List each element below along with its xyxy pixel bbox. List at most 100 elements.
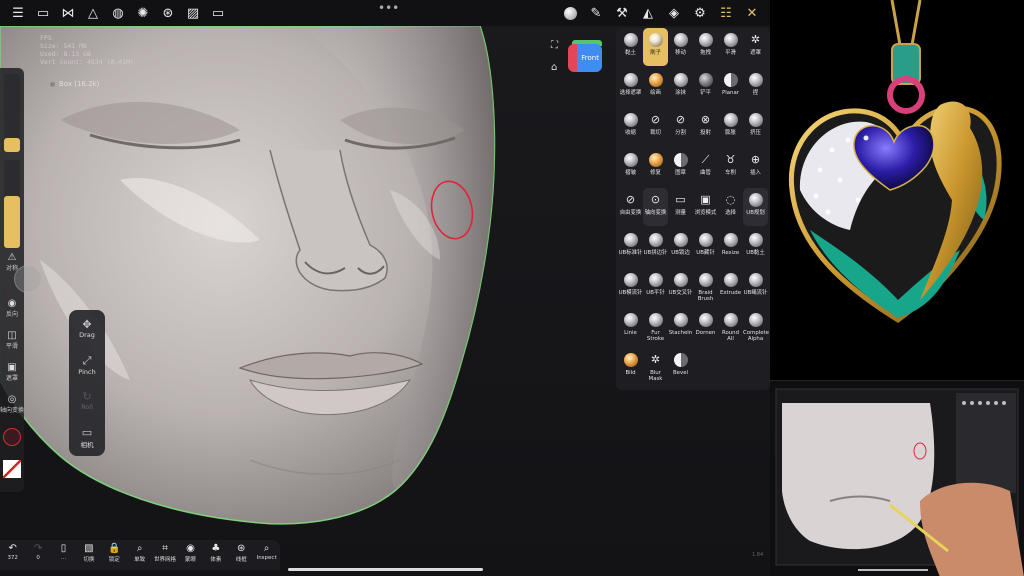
light-icon[interactable]: ✺ bbox=[131, 1, 155, 25]
mesh-icon[interactable]: ◍ bbox=[106, 1, 130, 25]
home-indicator[interactable] bbox=[288, 568, 483, 571]
drag-tool[interactable]: ✥ Drag bbox=[69, 318, 105, 339]
brush-tool[interactable]: 铲平 bbox=[693, 68, 718, 106]
brush-tool[interactable]: UB绳流针 bbox=[743, 268, 768, 306]
brush-tool[interactable]: 修复 bbox=[643, 148, 668, 186]
brush-tool[interactable]: 图章 bbox=[668, 148, 693, 186]
image-icon[interactable]: ▨ bbox=[181, 1, 205, 25]
brush-tool[interactable]: Dornen bbox=[693, 308, 718, 346]
brush-tool[interactable]: Extrude bbox=[718, 268, 743, 306]
device-button[interactable]: ▯... bbox=[51, 540, 76, 570]
symmetry-icon[interactable]: ◭ bbox=[636, 1, 660, 25]
brush-tool[interactable]: UB黏土 bbox=[743, 228, 768, 266]
brush-tool[interactable]: Bild bbox=[618, 348, 643, 386]
sliders-icon[interactable]: ☷ bbox=[714, 1, 738, 25]
undo-button[interactable]: ↶ 372 bbox=[0, 540, 25, 570]
slider-handle[interactable] bbox=[14, 265, 42, 293]
brush-tool[interactable]: 挤压 bbox=[743, 108, 768, 146]
brush-tool[interactable]: ✲ 遮罩 bbox=[743, 28, 768, 66]
brush-tool[interactable]: ⊙ 轴向变换 bbox=[643, 188, 668, 226]
mask-toggle[interactable]: ▣ 遮罩 bbox=[0, 362, 24, 382]
stroke-icon[interactable]: ⚒ bbox=[610, 1, 634, 25]
brush-tool[interactable]: UB锁边 bbox=[668, 228, 693, 266]
brush-tool[interactable]: 黏土 bbox=[618, 28, 643, 66]
brush-tool[interactable]: UB规划 bbox=[743, 188, 768, 226]
brush-tool[interactable]: ⊘ 自由变换 bbox=[618, 188, 643, 226]
paint-brush-icon[interactable]: ✎ bbox=[584, 1, 608, 25]
world-grid-button[interactable]: ⌗ 世界网格 bbox=[152, 540, 177, 570]
brush-tool[interactable]: Stacheln bbox=[668, 308, 693, 346]
brush-tool[interactable]: UB交叉针 bbox=[668, 268, 693, 306]
brush-tool[interactable]: 移动 bbox=[668, 28, 693, 66]
brush-tool[interactable]: Linie bbox=[618, 308, 643, 346]
brush-tool[interactable]: UB平针 bbox=[643, 268, 668, 306]
brush-tool[interactable]: ✲ Blur Mask bbox=[643, 348, 668, 386]
camera-icon[interactable]: ▭ bbox=[206, 1, 230, 25]
camera-tool[interactable]: ▭ 相机 bbox=[69, 426, 105, 449]
share-nodes-icon[interactable]: ⋈ bbox=[56, 1, 80, 25]
brush-tool[interactable]: ⊘ 裁切 bbox=[643, 108, 668, 146]
tools-icon[interactable]: ✕ bbox=[740, 1, 764, 25]
intensity-slider[interactable] bbox=[4, 160, 20, 248]
material-icon[interactable]: ⊛ bbox=[156, 1, 180, 25]
voxel-button[interactable]: ♣ 体素 bbox=[203, 540, 228, 570]
brush-tool[interactable]: 膨胀 bbox=[718, 108, 743, 146]
more-dots-icon[interactable]: ••• bbox=[378, 1, 399, 15]
gizmo-toggle[interactable]: ◎ 轴向变换 bbox=[0, 394, 24, 414]
brush-tool[interactable]: Fur Stroke bbox=[643, 308, 668, 346]
settings-icon[interactable]: ⚙ bbox=[688, 1, 712, 25]
brush-tool[interactable]: Complete Alpha bbox=[743, 308, 769, 346]
menu-icon[interactable]: ☰ bbox=[6, 1, 30, 25]
brush-tool[interactable]: Planar bbox=[718, 68, 743, 106]
invert-toggle[interactable]: ◉ 反向 bbox=[0, 298, 24, 318]
radius-slider[interactable] bbox=[4, 74, 20, 152]
brush-tool[interactable]: 刷子 bbox=[643, 28, 668, 66]
brush-tool[interactable]: ◌ 选择 bbox=[718, 188, 743, 226]
pinch-tool[interactable]: ⤢ Pinch bbox=[69, 354, 105, 376]
scene-icon[interactable]: △ bbox=[81, 1, 105, 25]
brush-icon bbox=[648, 313, 663, 327]
smooth-toggle[interactable]: ◫ 平滑 bbox=[0, 330, 24, 350]
blind-button[interactable]: ◉ 蒙眼 bbox=[178, 540, 203, 570]
folder-icon[interactable]: ▭ bbox=[31, 1, 55, 25]
layers-icon[interactable]: ◈ bbox=[662, 1, 686, 25]
brush-tool[interactable]: 拖拽 bbox=[693, 28, 718, 66]
solo-button[interactable]: ⌕ 单致 bbox=[127, 540, 152, 570]
brush-tool[interactable]: Braid Brush bbox=[693, 268, 718, 306]
brush-tool[interactable]: UB藏针 bbox=[693, 228, 718, 266]
view-cube[interactable]: Front bbox=[568, 44, 602, 72]
brush-tool[interactable]: ⟋ 曲管 bbox=[693, 148, 718, 186]
lock-button[interactable]: 🔒 锁定 bbox=[102, 540, 127, 570]
color-swatch-secondary[interactable] bbox=[0, 460, 24, 478]
mesh-label[interactable]: Box (16.2k) bbox=[50, 80, 99, 88]
color-swatch-primary[interactable] bbox=[0, 428, 24, 446]
brush-tool[interactable]: ⊕ 插入 bbox=[743, 148, 768, 186]
brush-tool[interactable]: ▭ 测量 bbox=[668, 188, 693, 226]
inspect-button[interactable]: ⌕ Inspect bbox=[254, 540, 279, 570]
brush-tool[interactable]: ♉ 车削 bbox=[718, 148, 743, 186]
brush-tool[interactable]: 收缩 bbox=[618, 108, 643, 146]
fullscreen-icon[interactable]: ⛶ bbox=[551, 40, 558, 51]
roll-tool[interactable]: ↻ Roll bbox=[69, 390, 105, 411]
toggle-button[interactable]: ▧ 切换 bbox=[76, 540, 101, 570]
redo-button[interactable]: ↷ 0 bbox=[25, 540, 50, 570]
brush-tool[interactable]: Bevel bbox=[668, 348, 693, 386]
brush-tool[interactable]: 绘画 bbox=[643, 68, 668, 106]
brush-tool[interactable]: Resize bbox=[718, 228, 743, 266]
brush-tool[interactable]: 选择遮罩 bbox=[618, 68, 643, 106]
brush-tool[interactable]: 褶皱 bbox=[618, 148, 643, 186]
material-sphere-icon[interactable] bbox=[558, 1, 582, 25]
brush-tool[interactable]: UB拼边针 bbox=[643, 228, 668, 266]
wireframe-button[interactable]: ⊛ 线框 bbox=[229, 540, 254, 570]
brush-tool[interactable]: UB模流针 bbox=[618, 268, 643, 306]
brush-tool[interactable]: ⊘ 分割 bbox=[668, 108, 693, 146]
sculpt-viewport[interactable]: ☰ ▭ ⋈ △ ◍ ✺ ⊛ ▨ ▭ ••• ✎ ⚒ ◭ ◈ ⚙ ☷ ✕ FPS … bbox=[0, 0, 770, 576]
home-view-icon[interactable]: ⌂ bbox=[551, 62, 557, 73]
brush-tool[interactable]: UB标准针 bbox=[618, 228, 643, 266]
brush-tool[interactable]: 涂抹 bbox=[668, 68, 693, 106]
brush-tool[interactable]: 捏 bbox=[743, 68, 768, 106]
brush-tool[interactable]: ▣ 浏览模式 bbox=[693, 188, 718, 226]
brush-tool[interactable]: Round All bbox=[718, 308, 743, 346]
brush-tool[interactable]: ⊗ 投射 bbox=[693, 108, 718, 146]
brush-tool[interactable]: 平滑 bbox=[718, 28, 743, 66]
